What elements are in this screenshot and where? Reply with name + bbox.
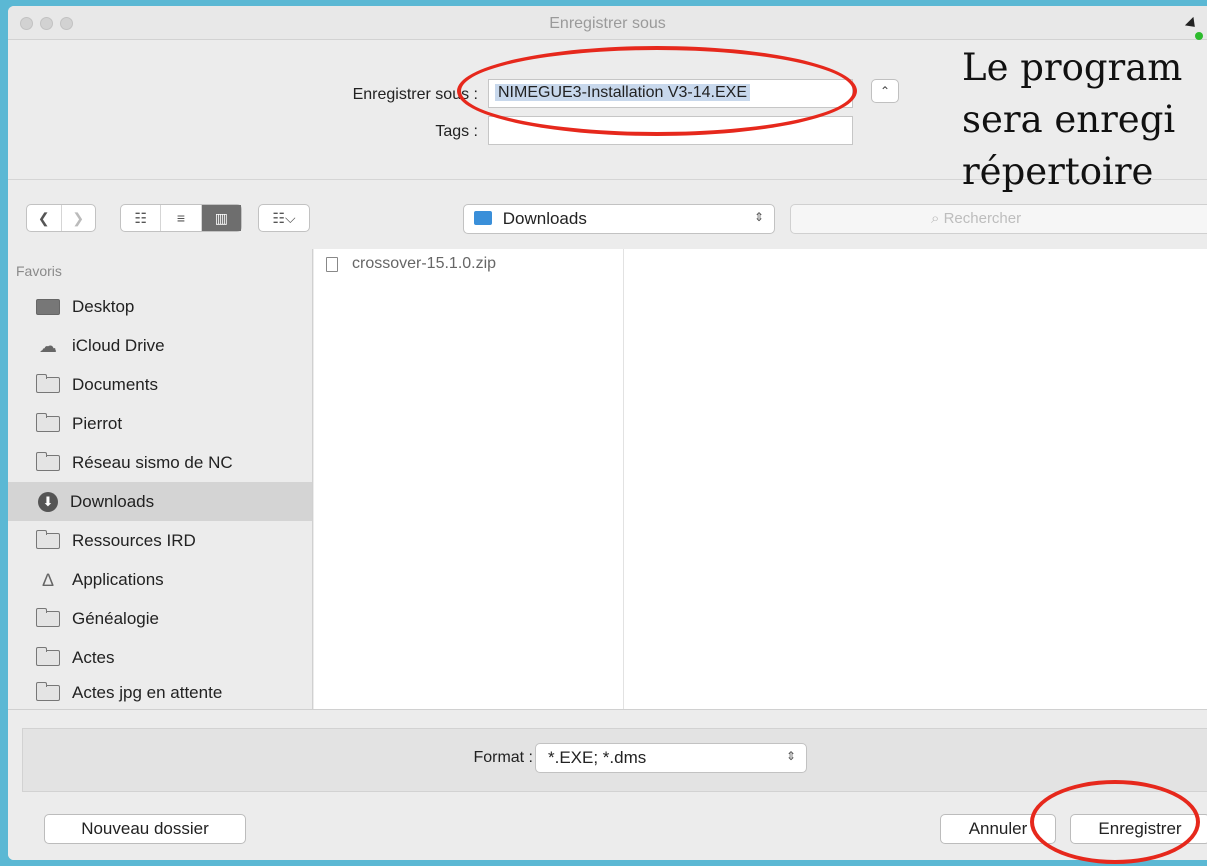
format-select[interactable]: *.EXE; *.dms ⇕ <box>535 743 807 773</box>
tags-label: Tags : <box>435 123 478 140</box>
sidebar-item-downloads[interactable]: ⬇ Downloads <box>8 482 312 521</box>
popup-chevron-icon: ⇕ <box>753 210 764 224</box>
search-field[interactable]: ⌕ Rechercher <box>790 204 1207 234</box>
format-band: Format : *.EXE; *.dms ⇕ <box>22 728 1207 792</box>
sidebar-item-genealogie[interactable]: Généalogie <box>8 599 312 638</box>
sidebar-item-actes[interactable]: Actes <box>8 638 312 677</box>
dialog-footer: Format : *.EXE; *.dms ⇕ Nouveau dossier … <box>8 709 1207 860</box>
column-view-icon[interactable]: ▥ <box>201 205 241 231</box>
collapse-chevron-icon[interactable]: ⌃ <box>871 79 899 103</box>
sidebar-item-label: Downloads <box>70 491 155 511</box>
folder-icon <box>35 412 60 432</box>
cloud-icon: ☁ <box>39 335 57 356</box>
arrange-control[interactable]: ☷⌵ <box>258 204 310 232</box>
folder-icon <box>35 373 60 393</box>
sidebar-item-pierrot[interactable]: Pierrot <box>8 404 312 443</box>
arrange-grid-icon: ☷⌵ <box>272 209 296 226</box>
browser-toolbar: ❮ ❯ ☷ ≡ ▥ ☷⌵ Downloads ⇕ ⌕ Rechercher <box>8 196 1207 248</box>
folder-icon <box>35 451 60 471</box>
sidebar: Favoris Desktop ☁ iCloud Drive Documents … <box>8 249 313 709</box>
back-arrow-icon[interactable]: ❮ <box>27 205 62 231</box>
downloads-icon: ⬇ <box>38 491 58 512</box>
save-as-label: Enregistrer sous : <box>352 86 478 103</box>
filename-highlight-ring <box>457 46 857 136</box>
file-browser: crossover-15.1.0.zip <box>314 249 1207 709</box>
annotation-text: Le program sera enregi répertoire <box>962 46 1183 193</box>
new-folder-button[interactable]: Nouveau dossier <box>44 814 246 844</box>
forward-arrow-icon[interactable]: ❯ <box>62 205 96 231</box>
downloads-folder-icon <box>474 211 492 225</box>
folder-icon <box>35 607 60 627</box>
sidebar-heading: Favoris <box>16 263 62 279</box>
sidebar-item-label: Généalogie <box>72 608 159 628</box>
applications-icon: ∆ <box>42 569 54 590</box>
save-button-highlight-ring <box>1030 780 1200 864</box>
title-bar: Enregistrer sous <box>8 6 1207 40</box>
sidebar-item-actes-jpg[interactable]: Actes jpg en attente <box>8 677 312 709</box>
sidebar-item-icloud-drive[interactable]: ☁ iCloud Drive <box>8 326 312 365</box>
list-item[interactable]: crossover-15.1.0.zip <box>326 255 496 273</box>
folder-icon <box>35 646 60 666</box>
window-title: Enregistrer sous <box>549 15 666 32</box>
sidebar-item-reseau-sismo[interactable]: Réseau sismo de NC <box>8 443 312 482</box>
sidebar-item-documents[interactable]: Documents <box>8 365 312 404</box>
sidebar-item-applications[interactable]: ∆ Applications <box>8 560 312 599</box>
sidebar-item-desktop[interactable]: Desktop <box>8 287 312 326</box>
search-placeholder: Rechercher <box>943 210 1022 227</box>
folder-icon <box>35 529 60 549</box>
file-name: crossover-15.1.0.zip <box>352 255 497 272</box>
sidebar-item-label: Actes jpg en attente <box>72 683 223 702</box>
sidebar-item-label: Applications <box>72 569 164 589</box>
back-forward-control: ❮ ❯ <box>26 204 96 232</box>
location-popup[interactable]: Downloads ⇕ <box>463 204 775 234</box>
location-label: Downloads <box>502 209 587 228</box>
sidebar-item-label: Réseau sismo de NC <box>72 452 233 472</box>
sidebar-item-ressources-ird[interactable]: Ressources IRD <box>8 521 312 560</box>
sidebar-item-label: iCloud Drive <box>72 335 165 355</box>
sidebar-item-label: Desktop <box>72 296 135 316</box>
desktop-icon <box>36 298 60 315</box>
sidebar-item-label: Documents <box>72 374 158 394</box>
list-view-icon[interactable]: ≡ <box>161 205 202 231</box>
view-mode-control: ☷ ≡ ▥ <box>120 204 242 232</box>
search-icon: ⌕ <box>931 210 940 227</box>
browser-column: crossover-15.1.0.zip <box>314 249 624 709</box>
sidebar-item-label: Actes <box>72 647 115 667</box>
icon-view-icon[interactable]: ☷ <box>121 205 162 231</box>
file-icon <box>326 256 338 272</box>
select-chevron-icon: ⇕ <box>785 749 796 763</box>
format-label: Format : <box>473 749 533 766</box>
sidebar-item-label: Ressources IRD <box>72 530 196 550</box>
folder-icon <box>35 682 60 701</box>
format-value: *.EXE; *.dms <box>548 748 647 767</box>
sidebar-item-label: Pierrot <box>72 413 123 433</box>
status-dot-icon <box>1195 32 1203 40</box>
